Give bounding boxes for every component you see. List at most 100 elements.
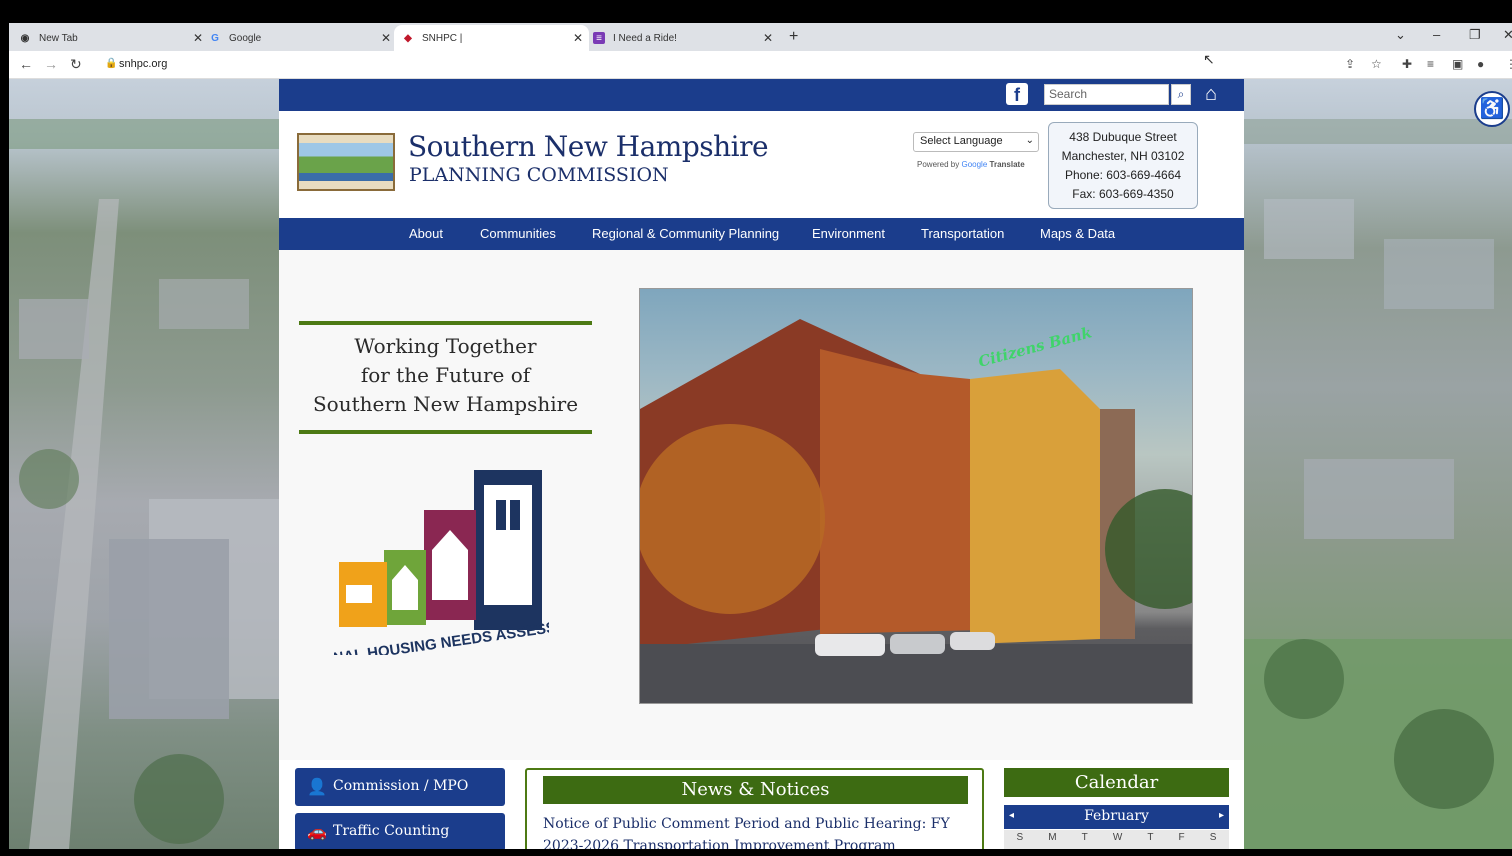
close-icon[interactable]: ✕ bbox=[763, 31, 773, 45]
citizens-bank-sign: Citizens Bank bbox=[976, 323, 1093, 371]
powered-by-google-translate: Powered by Google Translate bbox=[917, 160, 1025, 169]
home-icon[interactable]: ⌂ bbox=[1205, 83, 1217, 106]
accessibility-icon[interactable]: ♿ bbox=[1474, 91, 1510, 127]
calendar-month-bar: ◂ February ▸ bbox=[1004, 805, 1229, 829]
tab-search-icon[interactable]: ⌄ bbox=[1395, 27, 1406, 43]
new-tab-button[interactable]: + bbox=[789, 28, 798, 46]
chevron-down-icon: ⌄ bbox=[1025, 135, 1034, 146]
search-input[interactable]: Search bbox=[1044, 84, 1169, 105]
snhpc-website: f Search ⌕ ⌂ Southern New Hampshire PLAN… bbox=[279, 79, 1244, 849]
tab-bar: ◉ New Tab ✕ G Google ✕ ◆ SNHPC | ✕ ≡ I N… bbox=[9, 23, 1512, 51]
close-window-button[interactable]: ✕ bbox=[1503, 27, 1512, 43]
logo-top-band bbox=[299, 135, 393, 143]
weekday-thu: T bbox=[1147, 832, 1154, 843]
restore-button[interactable]: ❐ bbox=[1469, 27, 1481, 43]
aerial-city-right bbox=[1244, 119, 1512, 849]
nav-maps-data[interactable]: Maps & Data bbox=[1040, 226, 1115, 241]
mouse-cursor-icon: ↖ bbox=[1203, 51, 1215, 67]
facebook-icon[interactable]: f bbox=[1006, 83, 1028, 105]
extensions-icon[interactable]: ✚ bbox=[1402, 57, 1412, 71]
news-notices-panel: News & Notices Notice of Public Comment … bbox=[525, 768, 984, 849]
google-icon: G bbox=[211, 32, 219, 44]
weekday-sun: S bbox=[1016, 832, 1024, 843]
org-name[interactable]: Southern New Hampshire bbox=[408, 130, 769, 163]
nav-about[interactable]: About bbox=[409, 226, 443, 241]
snhpc-logo[interactable] bbox=[297, 133, 395, 191]
nav-environment[interactable]: Environment bbox=[812, 226, 885, 241]
bookmark-star-icon[interactable]: ☆ bbox=[1371, 57, 1382, 71]
reading-list-icon[interactable]: ≡ bbox=[1427, 57, 1434, 71]
aerial-city-left bbox=[9, 119, 279, 849]
close-icon[interactable]: ✕ bbox=[573, 31, 583, 45]
calendar-month: February bbox=[1084, 808, 1149, 824]
weekday-wed: W bbox=[1112, 832, 1123, 843]
lock-icon: 🔒 bbox=[105, 58, 118, 69]
tab-i-need-a-ride[interactable]: ≡ I Need a Ride! ✕ bbox=[589, 25, 779, 51]
lower-section: 👤 Commission / MPO 🚗 Traffic Counting Ne… bbox=[279, 760, 1244, 849]
calendar-weekdays: S M T W T F S bbox=[1004, 830, 1229, 849]
close-icon[interactable]: ✕ bbox=[193, 31, 203, 45]
nav-transportation[interactable]: Transportation bbox=[921, 226, 1004, 241]
rhna-houses-graphic: REGIONAL HOUSING NEEDS ASSESSMENT bbox=[284, 470, 599, 674]
main-nav: About Communities Regional & Community P… bbox=[279, 218, 1244, 250]
snhpc-icon: ◆ bbox=[404, 32, 412, 44]
contact-fax: Fax: 603-669-4350 bbox=[1072, 187, 1174, 201]
logo-bottom-band bbox=[299, 181, 393, 189]
hero-photo-downtown-manchester: Citizens Bank bbox=[639, 288, 1193, 704]
chrome-icon: ◉ bbox=[20, 32, 30, 44]
reload-icon[interactable]: ↻ bbox=[70, 56, 82, 73]
language-select[interactable]: Select Language ⌄ bbox=[913, 132, 1039, 152]
calendar-heading: Calendar bbox=[1004, 768, 1229, 797]
address-bar: ← → ↻ 🔒 snhpc.org ⇪ ☆ ✚ ≡ ▣ ● ⋮ bbox=[9, 51, 1512, 79]
side-panel-icon[interactable]: ▣ bbox=[1452, 57, 1463, 71]
form-icon: ≡ bbox=[593, 32, 605, 44]
weekday-tue: T bbox=[1081, 832, 1088, 843]
tab-google[interactable]: G Google ✕ bbox=[209, 25, 397, 51]
google-wordmark: Google bbox=[961, 160, 988, 169]
tab-title: Google bbox=[229, 32, 262, 44]
rhna-logo[interactable]: REGIONAL HOUSING NEEDS ASSESSMENT bbox=[284, 470, 599, 674]
commission-mpo-button[interactable]: 👤 Commission / MPO bbox=[295, 768, 505, 806]
url-field[interactable]: snhpc.org bbox=[119, 58, 167, 70]
car-icon: 🚗 bbox=[307, 822, 327, 841]
news-heading: News & Notices bbox=[543, 776, 968, 804]
contact-box: 438 Dubuque Street Manchester, NH 03102 … bbox=[1048, 122, 1198, 209]
share-icon[interactable]: ⇪ bbox=[1345, 57, 1355, 71]
tab-new-tab[interactable]: ◉ New Tab ✕ bbox=[19, 25, 209, 51]
hero-photo-buildings: Citizens Bank bbox=[640, 319, 1192, 703]
background-aerial-left bbox=[9, 79, 279, 849]
tagline: Working Together for the Future of South… bbox=[299, 332, 592, 419]
language-select-label: Select Language bbox=[920, 135, 1003, 147]
screen: ◉ New Tab ✕ G Google ✕ ◆ SNHPC | ✕ ≡ I N… bbox=[0, 0, 1512, 856]
tagline-line-1: Working Together bbox=[354, 334, 537, 358]
nav-communities[interactable]: Communities bbox=[480, 226, 556, 241]
back-icon[interactable]: ← bbox=[19, 56, 33, 72]
minimize-button[interactable]: – bbox=[1433, 27, 1440, 42]
background-aerial-right bbox=[1244, 79, 1512, 849]
profile-icon[interactable]: ● bbox=[1477, 57, 1484, 71]
divider-bottom bbox=[299, 430, 592, 434]
prev-month-icon[interactable]: ◂ bbox=[1009, 805, 1014, 827]
top-utility-bar: f Search ⌕ ⌂ bbox=[279, 79, 1244, 111]
contact-city: Manchester, NH 03102 bbox=[1061, 149, 1185, 163]
news-item-link[interactable]: Notice of Public Comment Period and Publ… bbox=[543, 813, 963, 849]
org-subtitle[interactable]: PLANNING COMMISSION bbox=[409, 164, 669, 186]
traffic-counting-label: Traffic Counting bbox=[333, 823, 450, 839]
next-month-icon[interactable]: ▸ bbox=[1219, 805, 1224, 827]
forward-icon[interactable]: → bbox=[44, 56, 58, 72]
contact-street: 438 Dubuque Street bbox=[1069, 130, 1177, 144]
search-icon[interactable]: ⌕ bbox=[1171, 84, 1191, 105]
close-icon[interactable]: ✕ bbox=[381, 31, 391, 45]
divider-top bbox=[299, 321, 592, 325]
nav-regional-community-planning[interactable]: Regional & Community Planning bbox=[592, 226, 779, 241]
traffic-counting-button[interactable]: 🚗 Traffic Counting bbox=[295, 813, 505, 849]
hero-section: Working Together for the Future of South… bbox=[279, 250, 1244, 760]
weekday-mon: M bbox=[1048, 832, 1057, 843]
tagline-line-3: Southern New Hampshire bbox=[312, 392, 579, 416]
menu-icon[interactable]: ⋮ bbox=[1505, 57, 1512, 71]
tab-snhpc[interactable]: ◆ SNHPC | ✕ bbox=[394, 25, 589, 51]
weekday-fri: F bbox=[1178, 832, 1185, 843]
person-icon: 👤 bbox=[307, 777, 327, 796]
translate-link[interactable]: Translate bbox=[990, 160, 1025, 169]
tab-title: New Tab bbox=[39, 32, 78, 44]
